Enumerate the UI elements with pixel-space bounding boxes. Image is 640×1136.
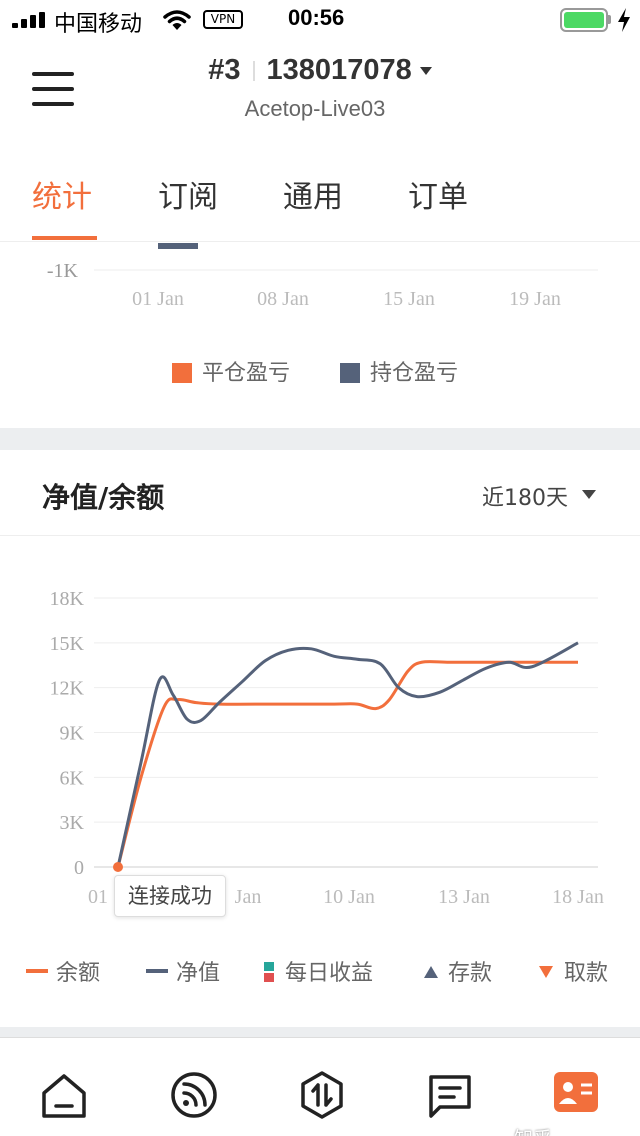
equity-card-header: 净值/余额 近180天 xyxy=(0,450,640,536)
tab-orders[interactable]: 订单 xyxy=(408,172,468,216)
equity-legend: 余额 净值 每日收益 存款 取款 xyxy=(0,955,640,991)
profile-icon[interactable] xyxy=(554,1072,602,1120)
account-prefix: #3 xyxy=(208,54,241,86)
home-icon[interactable] xyxy=(40,1071,88,1119)
y-tick-label: 18K xyxy=(50,588,85,610)
x-tick-label: 13 Jan xyxy=(438,886,490,908)
y-tick-label: 3K xyxy=(60,812,85,834)
closed-pnl-swatch-icon xyxy=(172,363,192,383)
account-number: 138017078 xyxy=(266,54,412,86)
y-tick-label: 6K xyxy=(60,767,85,789)
section-divider xyxy=(0,428,640,450)
tab-subscriptions[interactable]: 订阅 xyxy=(158,172,218,216)
line-swatch-icon xyxy=(26,969,48,973)
equity-chart-card: 0 3K 6K 9K 12K 15K 18K 01 Jan 10 Jan 13 Jan 18 Jan … xyxy=(0,537,640,1027)
series-line-balance xyxy=(116,660,578,868)
battery-nub xyxy=(608,15,611,24)
chevron-down-icon[interactable] xyxy=(582,490,596,499)
equity-card-title: 净值/余额 xyxy=(42,481,165,514)
y-tick-label: 15K xyxy=(50,633,85,655)
pnl-chart-card: -1K 01 Jan 08 Jan 15 Jan 19 Jan 平仓盈亏 持仓盈… xyxy=(0,243,640,428)
tab-statistics[interactable]: 统计 xyxy=(32,172,92,216)
connection-tooltip: 连接成功 xyxy=(114,875,226,917)
x-tick-label: 01 xyxy=(88,886,108,908)
range-dropdown[interactable]: 近180天 xyxy=(482,480,568,512)
signal-feed-icon[interactable] xyxy=(170,1071,218,1119)
triangle-down-icon xyxy=(539,966,553,978)
pnl-x-tick: 01 Jan xyxy=(132,288,184,310)
x-tick-label: 10 Jan xyxy=(323,886,375,908)
open-pnl-swatch-icon xyxy=(340,363,360,383)
pnl-x-tick: 19 Jan xyxy=(509,288,561,310)
series-line-equity xyxy=(116,641,579,868)
trade-icon[interactable] xyxy=(298,1071,346,1119)
pnl-x-tick: 15 Jan xyxy=(383,288,435,310)
cellular-signal-icon xyxy=(12,12,45,28)
carrier-label: 中国移动 xyxy=(54,12,143,37)
equity-chart: 0 3K 6K 9K 12K 15K 18K 01 Jan 10 Jan 13 Jan 18 Jan xyxy=(50,588,604,908)
pnl-legend: 平仓盈亏 持仓盈亏 xyxy=(0,355,640,391)
messages-icon[interactable] xyxy=(426,1071,474,1119)
daily-profit-swatch-icon xyxy=(264,962,274,982)
pnl-x-tick: 08 Jan xyxy=(257,288,309,310)
start-point-marker xyxy=(113,862,123,872)
pnl-bar-fragment xyxy=(158,243,198,249)
x-tick-label: 18 Jan xyxy=(552,886,604,908)
section-divider xyxy=(0,1027,640,1037)
y-tick-label: 9K xyxy=(60,723,85,745)
watermark: 知乎 @XinNuo xyxy=(514,1124,640,1136)
legend-closed-pnl[interactable]: 平仓盈亏 xyxy=(202,355,290,387)
charging-bolt-icon xyxy=(618,8,630,32)
legend-daily-profit[interactable]: 每日收益 xyxy=(285,955,373,987)
app-header: #3 138017078 Acetop-Live03 xyxy=(0,40,640,140)
chevron-down-icon xyxy=(419,67,432,76)
legend-deposit[interactable]: 存款 xyxy=(448,955,492,987)
wifi-icon xyxy=(163,10,191,30)
battery-icon xyxy=(560,8,608,32)
legend-equity[interactable]: 净值 xyxy=(176,955,220,987)
clock: 00:56 xyxy=(288,5,345,30)
pnl-chart: -1K 01 Jan 08 Jan 15 Jan 19 Jan xyxy=(47,243,598,310)
vpn-badge: VPN xyxy=(203,10,243,29)
account-selector[interactable]: #3 138017078 xyxy=(0,54,640,87)
pnl-y-tick: -1K xyxy=(47,260,79,282)
triangle-up-icon xyxy=(424,966,438,978)
server-name: Acetop-Live03 xyxy=(244,96,386,121)
active-tab-indicator xyxy=(32,236,97,240)
legend-withdrawal[interactable]: 取款 xyxy=(564,955,608,987)
y-tick-label: 0 xyxy=(74,857,84,879)
tab-general[interactable]: 通用 xyxy=(283,172,343,216)
legend-balance[interactable]: 余额 xyxy=(56,955,100,987)
line-swatch-icon xyxy=(146,969,168,973)
y-tick-label: 12K xyxy=(50,678,85,700)
bottom-navigation: 知乎 @XinNuo xyxy=(0,1037,640,1136)
account-separator xyxy=(252,61,255,82)
tab-bar: 统计 订阅 通用 订单 xyxy=(0,140,640,242)
x-tick-label: Jan xyxy=(235,886,262,908)
legend-open-pnl[interactable]: 持仓盈亏 xyxy=(370,355,458,387)
status-bar: 中国移动 VPN 00:56 xyxy=(0,0,640,40)
